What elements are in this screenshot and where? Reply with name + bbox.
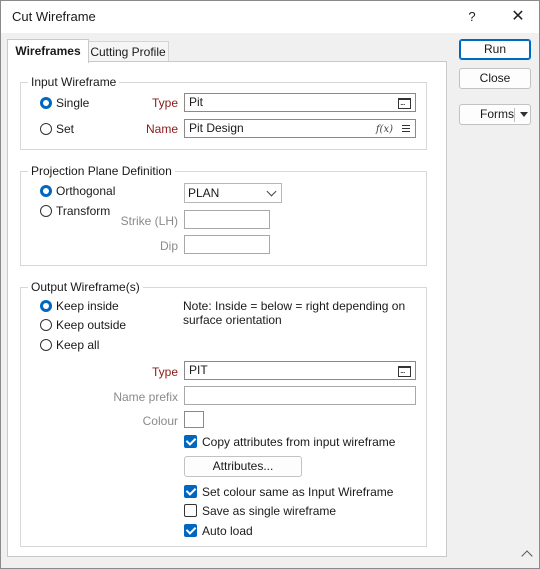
name-prefix-label: Name prefix xyxy=(113,390,178,404)
window-title: Cut Wireframe xyxy=(12,9,96,24)
tab-wireframes[interactable]: Wireframes xyxy=(7,39,89,63)
strike-field[interactable] xyxy=(184,210,270,229)
keep-all-radio[interactable] xyxy=(40,339,52,351)
input-wireframe-legend: Input Wireframe xyxy=(28,75,120,89)
output-type-field[interactable]: PIT xyxy=(184,361,416,380)
copy-attributes-label: Copy attributes from input wireframe xyxy=(202,435,396,449)
run-button[interactable]: Run xyxy=(459,39,531,60)
output-type-value: PIT xyxy=(189,363,208,377)
input-type-value: Pit xyxy=(189,95,204,109)
keep-outside-radio[interactable] xyxy=(40,319,52,331)
strike-label: Strike (LH) xyxy=(120,214,178,228)
tab-cutting-profile[interactable]: Cutting Profile xyxy=(87,41,169,62)
forms-button[interactable]: Forms xyxy=(459,104,531,125)
dropdown-arrow-icon[interactable] xyxy=(520,112,528,117)
forms-split-divider xyxy=(514,108,515,122)
dip-field[interactable] xyxy=(184,235,270,254)
input-type-field[interactable]: Pit xyxy=(184,93,416,112)
set-colour-label: Set colour same as Input Wireframe xyxy=(202,485,394,499)
close-icon[interactable]: ✕ xyxy=(504,5,532,29)
set-radio-label: Set xyxy=(56,122,75,136)
projection-plane-group: Projection Plane Definition Orthogonal T… xyxy=(20,164,427,266)
orthogonal-radio-label: Orthogonal xyxy=(56,184,116,198)
input-name-label: Name xyxy=(145,122,178,136)
output-wireframe-group: Output Wireframe(s) Keep inside Keep out… xyxy=(20,280,427,547)
keep-inside-radio[interactable] xyxy=(40,300,52,312)
plane-select[interactable]: PLAN xyxy=(184,183,282,203)
transform-radio[interactable] xyxy=(40,205,52,217)
chevron-down-icon xyxy=(266,186,277,197)
keep-inside-radio-label: Keep inside xyxy=(56,299,119,313)
transform-radio-label: Transform xyxy=(56,204,111,218)
title-bar: Cut Wireframe ? ✕ xyxy=(1,1,539,33)
keep-all-radio-label: Keep all xyxy=(56,338,100,352)
set-colour-checkbox[interactable] xyxy=(184,485,197,498)
cut-wireframe-dialog: Cut Wireframe ? ✕ Wireframes Cutting Pro… xyxy=(0,0,540,569)
list-menu-icon[interactable] xyxy=(402,123,410,134)
colour-swatch[interactable] xyxy=(184,411,204,428)
close-button-label: Close xyxy=(479,71,511,85)
output-wireframe-legend: Output Wireframe(s) xyxy=(28,280,143,294)
browse-icon[interactable] xyxy=(398,94,411,111)
attributes-button[interactable]: Attributes... xyxy=(184,456,302,477)
wireframes-tab-panel: Input Wireframe Single Set Type Pit Name… xyxy=(7,61,447,557)
expression-icon[interactable]: f(x) xyxy=(376,121,393,138)
single-radio-label: Single xyxy=(56,96,90,110)
copy-attributes-checkbox[interactable] xyxy=(184,435,197,448)
save-single-checkbox[interactable] xyxy=(184,504,197,517)
output-type-label: Type xyxy=(151,365,178,379)
input-type-label: Type xyxy=(151,96,178,110)
auto-load-checkbox[interactable] xyxy=(184,524,197,537)
plane-select-value: PLAN xyxy=(188,186,220,200)
input-name-field[interactable]: Pit Design f(x) xyxy=(184,119,416,138)
name-prefix-field[interactable] xyxy=(184,386,416,405)
input-name-value: Pit Design xyxy=(189,121,244,135)
single-radio[interactable] xyxy=(40,97,52,109)
browse-icon[interactable] xyxy=(398,362,411,379)
forms-button-label: Forms xyxy=(480,107,514,121)
input-wireframe-group: Input Wireframe Single Set Type Pit Name… xyxy=(20,75,427,150)
auto-load-label: Auto load xyxy=(202,524,253,538)
colour-label: Colour xyxy=(142,414,178,428)
save-single-label: Save as single wireframe xyxy=(202,504,337,518)
close-button[interactable]: Close xyxy=(459,68,531,89)
help-icon[interactable]: ? xyxy=(458,5,486,29)
orthogonal-radio[interactable] xyxy=(40,185,52,197)
projection-plane-legend: Projection Plane Definition xyxy=(28,164,175,178)
dip-label: Dip xyxy=(159,239,178,253)
keep-outside-radio-label: Keep outside xyxy=(56,318,127,332)
run-button-label: Run xyxy=(483,42,506,56)
set-radio[interactable] xyxy=(40,123,52,135)
orientation-note: Note: Inside = below = right depending o… xyxy=(183,299,406,327)
collapse-chevron-icon[interactable] xyxy=(521,550,533,562)
